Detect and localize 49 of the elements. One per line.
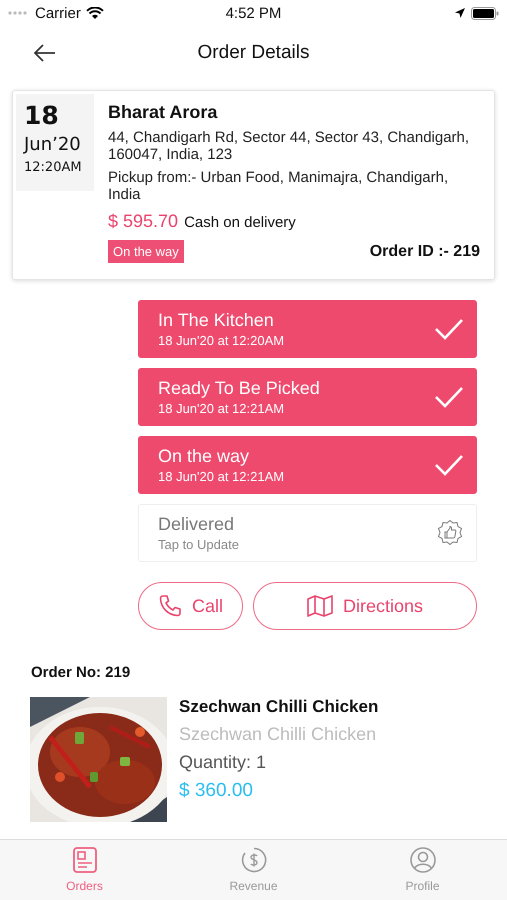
customer-name: Bharat Arora (108, 102, 218, 123)
phone-icon (158, 594, 182, 618)
item-description: Szechwan Chilli Chicken (179, 724, 378, 745)
tab-item[interactable]: Revenue (169, 840, 338, 900)
tab-item[interactable]: Profile (338, 840, 507, 900)
step-subtitle: Tap to Update (158, 537, 239, 552)
order-id: Order ID :- 219 (370, 242, 480, 260)
order-card[interactable] (12, 90, 495, 280)
checkmark-icon (434, 386, 464, 408)
step-subtitle: 18 Jun'20 at 12:21AM (158, 401, 286, 416)
checkmark-icon (434, 454, 464, 476)
date-time: 12:20AM (24, 159, 83, 177)
document-icon (72, 847, 96, 873)
checkmark-icon (434, 318, 464, 340)
status-badge: On the way (108, 240, 184, 263)
date-month: Jun’20 (24, 133, 82, 157)
step-title: In The Kitchen (158, 310, 275, 331)
back-arrow-icon[interactable] (34, 44, 56, 62)
step-title: Ready To Be Picked (158, 378, 320, 399)
payment-method: Cash on delivery (184, 214, 296, 231)
pickup-address: Pickup from:- Urban Food, Manimajra, Chandigarh, India (108, 169, 450, 203)
wifi-icon (86, 6, 104, 20)
step-title: On the way (158, 446, 250, 467)
item-name: Szechwan Chilli Chicken (179, 697, 378, 717)
delivery-address: 44, Chandigarh Rd, Sector 44, Sector 43, Chandigarh, 160047, India, 123 (108, 129, 470, 163)
order-number: Order No: 219 (31, 664, 132, 681)
step-subtitle: 18 Jun'20 at 12:20AM (158, 333, 284, 348)
directions-button[interactable]: Directions (253, 582, 477, 630)
date-day: 18 (24, 102, 94, 130)
step-subtitle: 18 Jun'20 at 12:21AM (158, 469, 284, 484)
map-icon (306, 595, 333, 617)
clock-time: 4:52 PM (226, 4, 282, 22)
status-step[interactable]: On the way 18 Jun'20 at 12:21AM (138, 436, 477, 494)
user-icon (410, 847, 436, 873)
thumbs-up-badge-icon (436, 519, 464, 547)
status-step[interactable]: Delivered Tap to Update (138, 504, 477, 562)
location-icon (454, 7, 466, 19)
item-price: $ 360.00 (179, 780, 254, 802)
item-quantity: Quantity: 1 (179, 752, 268, 773)
battery-icon (471, 6, 499, 20)
call-button[interactable]: Call (138, 582, 243, 630)
dollar-coin-icon (240, 847, 266, 873)
step-title: Delivered (158, 514, 236, 535)
tab-item[interactable]: Orders (0, 840, 169, 900)
status-step[interactable]: In The Kitchen 18 Jun'20 at 12:20AM (138, 300, 477, 358)
order-amount: $ 595.70 (108, 211, 178, 232)
page-title: Order Details (198, 42, 310, 64)
carrier-name: Carrier (35, 4, 81, 22)
status-step[interactable]: Ready To Be Picked 18 Jun'20 at 12:21AM (138, 368, 477, 426)
